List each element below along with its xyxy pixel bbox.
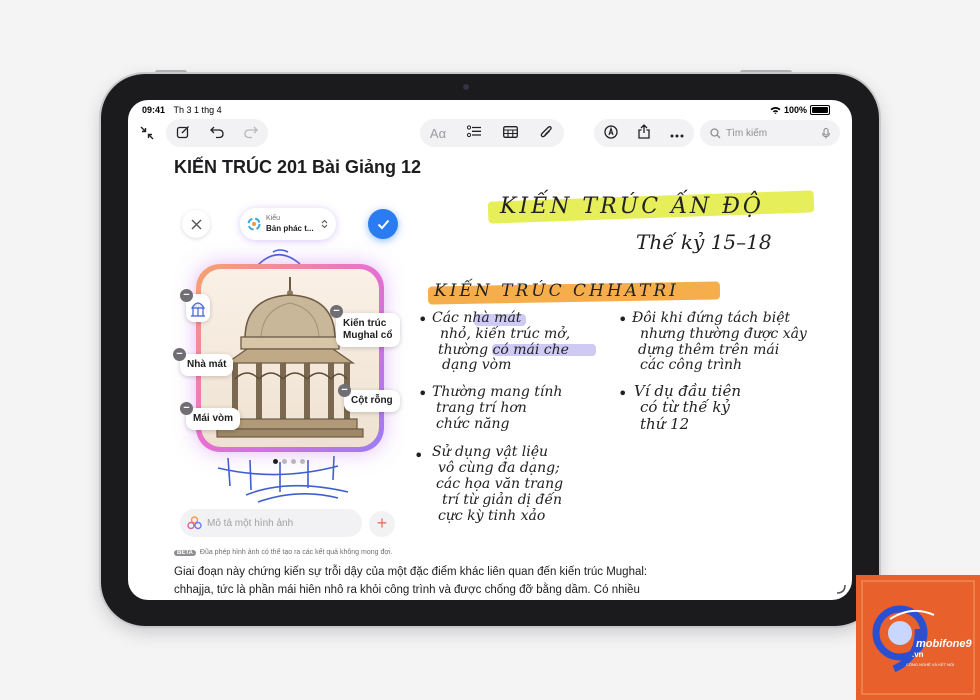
bullet-dot: • [618,384,628,403]
search-field[interactable]: Tìm kiếm [700,120,840,146]
page-dot [300,459,305,464]
handwritten-subtitle[interactable]: Thế kỷ 15–18 [636,230,772,254]
brand-name: mobifone9 [916,638,972,650]
toolbar-right-group [594,119,694,147]
undo-icon[interactable] [200,125,234,142]
remove-sketch-button[interactable]: − [180,289,193,302]
handwritten-line[interactable]: thứ 12 [640,415,689,433]
close-icon [191,219,201,229]
attachment-icon[interactable] [528,125,564,142]
note-title[interactable]: KIẾN TRÚC 201 Bài Giảng 12 [174,157,421,178]
remove-tag-button[interactable]: − [180,402,193,415]
handwritten-line[interactable]: có từ thế kỷ [640,398,730,416]
confirm-button[interactable] [368,209,398,239]
beta-note: Đũa phép hình ảnh có thể tạo ra các kết … [199,549,393,556]
page-dots[interactable] [273,459,305,464]
bullet-dot: • [618,310,628,329]
share-icon[interactable] [627,124,660,142]
remove-tag-button[interactable]: − [338,384,351,397]
search-icon [710,127,721,138]
concept-tag[interactable]: Mái vòm [186,408,241,430]
handwritten-line[interactable]: nhưng thường được xây [640,326,807,342]
bullet-dot: • [418,310,428,329]
wifi-icon [770,107,781,114]
compose-icon[interactable] [166,125,200,142]
status-date: Th 3 1 thg 4 [173,105,222,115]
front-camera [463,84,469,90]
status-bar-left: 09:41 Th 3 1 thg 4 [142,105,228,115]
style-icon [247,217,261,231]
chevron-updown-icon [321,219,328,229]
bullet-dot: • [414,446,424,465]
handwritten-line[interactable]: Đôi khi đứng tách biệt [632,310,790,326]
note-body-text[interactable]: Giai đoạn này chứng kiến sự trỗi dậy của… [174,563,654,600]
battery-percent: 100% [783,105,807,115]
remove-tag-button[interactable]: − [330,305,343,318]
describe-placeholder: Mô tả một hình ảnh [207,517,294,529]
add-button[interactable]: + [369,511,395,537]
handwritten-line[interactable]: thường có mái che [438,342,569,358]
battery-icon [810,105,830,115]
bullet-dot: • [418,384,428,403]
page-dot [273,459,278,464]
image-playground-icon [187,515,202,529]
handwritten-line[interactable]: vô cùng đa dạng; [438,460,560,476]
beta-disclaimer: BETA Đũa phép hình ảnh có thể tạo ra các… [174,549,392,556]
style-label: Kiểu [266,215,281,222]
format-text-button[interactable]: Aα [420,126,456,141]
handwritten-line[interactable]: trí từ giản dị đến [442,492,562,508]
more-icon[interactable] [660,126,693,141]
handwritten-line[interactable]: các công trình [640,357,742,373]
concept-tag[interactable]: Nhà mát [180,354,234,376]
table-icon[interactable] [492,125,528,141]
brand-tagline: CÔNG NGHỆ VÀ KẾT NỐI [906,662,955,667]
handwritten-line[interactable]: chức năng [436,416,510,432]
brand-watermark: mobifone9 .vn CÔNG NGHỆ VÀ KẾT NỐI [856,575,980,700]
page-dot [282,459,287,464]
page-dot [291,459,296,464]
handwritten-line[interactable]: cực kỳ tinh xảo [438,508,545,524]
beta-badge: BETA [174,549,196,556]
handwritten-line[interactable]: nhỏ, kiến trúc mở, [440,326,570,342]
handwritten-heading[interactable]: KIẾN TRÚC CHHATRI [434,281,679,301]
collapse-icon[interactable] [134,120,160,146]
handwritten-line[interactable]: Các nhà mát [432,310,521,326]
concept-tag[interactable]: Cột rỗng [344,390,400,412]
status-time: 09:41 [142,105,166,115]
close-panel-button[interactable] [182,210,210,238]
toolbar-left-group [166,119,268,147]
handwritten-line[interactable]: các họa văn trang [436,476,563,492]
resize-handle-icon[interactable] [834,582,846,594]
style-selector[interactable]: Kiểu Bản phác t... [240,208,336,240]
handwritten-line[interactable]: Thường mang tính [432,384,562,400]
toolbar-middle-group: Aα [420,119,564,147]
remove-tag-button[interactable]: − [173,348,186,361]
checklist-icon[interactable] [456,125,492,141]
microphone-icon[interactable] [822,127,830,139]
checkmark-icon [377,219,389,229]
notes-screen: 09:41 Th 3 1 thg 4 100% Aα Tìm kiếm KIẾN… [128,100,852,600]
markup-pen-icon[interactable] [594,124,627,142]
handwritten-line[interactable]: dạng vòm [442,357,511,373]
handwritten-title[interactable]: KIẾN TRÚC ẤN ĐỘ [500,194,764,219]
style-value: Bản phác t... [266,224,314,233]
status-bar-right: 100% [770,105,830,115]
concept-tag[interactable]: Kiến trúc Mughal cổ [336,313,400,347]
handwritten-line[interactable]: Sử dụng vật liệu [432,444,548,460]
describe-image-field[interactable]: Mô tả một hình ảnh [180,509,362,537]
handwritten-line[interactable]: trang trí hơn [436,400,527,416]
handwritten-line[interactable]: dựng thêm trên mái [638,342,779,358]
redo-icon[interactable] [234,125,268,142]
search-placeholder: Tìm kiếm [726,127,768,139]
brand-domain: .vn [912,650,924,659]
